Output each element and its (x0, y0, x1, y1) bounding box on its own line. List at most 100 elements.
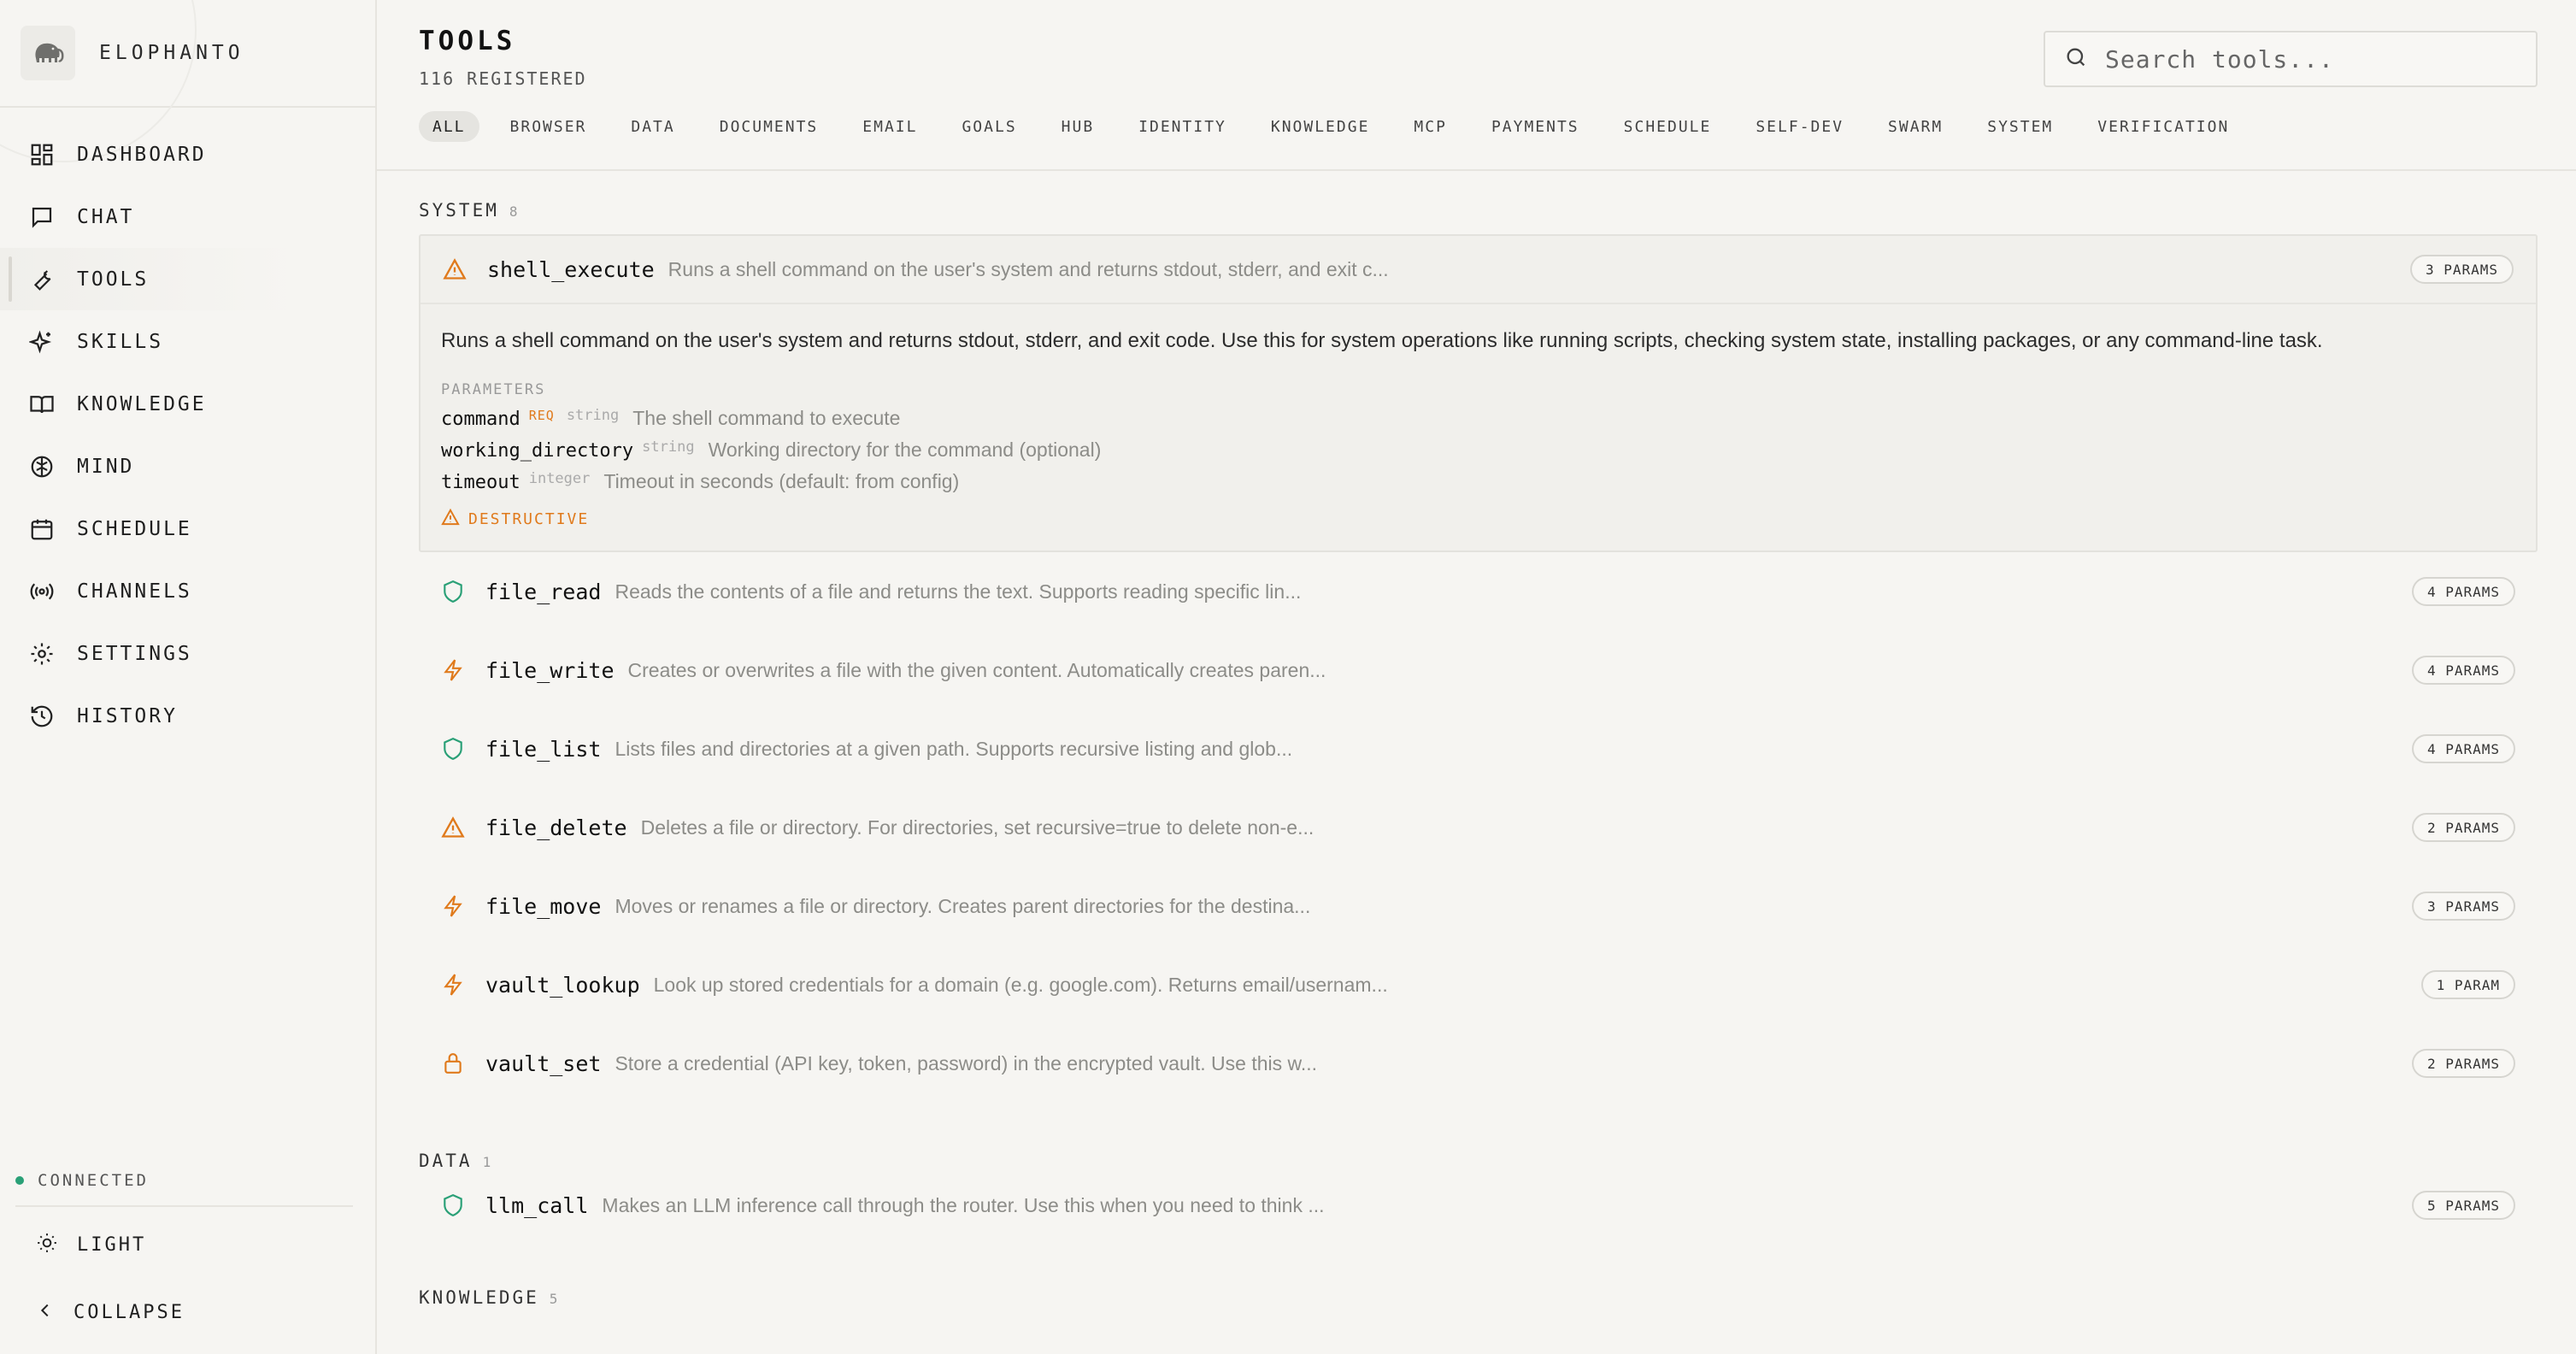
sun-icon (36, 1232, 58, 1257)
tool-description: Look up stored credentials for a domain … (653, 973, 1388, 996)
app-root: ELOPHANTO DASHBOARD CHAT TOOLS SKILLS KN… (0, 0, 2576, 1354)
param-name: timeout (441, 472, 520, 493)
sidebar-item-mind[interactable]: MIND (0, 435, 375, 497)
section-count: 5 (549, 1291, 561, 1307)
param-type: integer (528, 470, 591, 487)
tab-mcp[interactable]: MCP (1400, 111, 1461, 142)
sidebar-item-skills[interactable]: SKILLS (0, 310, 375, 373)
sidebar-item-settings[interactable]: SETTINGS (0, 622, 375, 685)
tool-description: Lists files and directories at a given p… (615, 737, 1293, 760)
section-title: KNOWLEDGE (419, 1287, 539, 1308)
tool-name: vault_lookup (485, 972, 640, 998)
page-header: TOOLS 116 REGISTERED ALL BROWSER DATA DO… (377, 0, 2576, 171)
sparkles-icon (27, 327, 56, 356)
params-badge: 4 PARAMS (2411, 577, 2515, 606)
sidebar-item-label: MIND (77, 455, 135, 478)
tool-name: file_move (485, 893, 602, 919)
section-count: 1 (482, 1154, 494, 1170)
destructive-flag: DESTRUCTIVE (441, 508, 2515, 530)
tab-self-dev[interactable]: SELF-DEV (1742, 111, 1857, 142)
param-type: string (642, 439, 695, 456)
sidebar-footer: CONNECTED LIGHT COLLAPSE (0, 1171, 375, 1354)
section-header-data: DATA 1 (419, 1151, 2538, 1171)
sidebar-item-channels[interactable]: CHANNELS (0, 560, 375, 622)
tab-hub[interactable]: HUB (1048, 111, 1109, 142)
status-dot-icon (15, 1176, 24, 1185)
tool-description: Makes an LLM inference call through the … (602, 1193, 1325, 1216)
warning-icon (441, 256, 468, 283)
tool-name: file_read (485, 579, 602, 604)
collapse-button[interactable]: COLLAPSE (0, 1282, 375, 1342)
tab-payments[interactable]: PAYMENTS (1478, 111, 1593, 142)
tab-email[interactable]: EMAIL (849, 111, 931, 142)
history-icon (27, 702, 56, 731)
tab-documents[interactable]: DOCUMENTS (706, 111, 832, 142)
main-content: TOOLS 116 REGISTERED ALL BROWSER DATA DO… (377, 0, 2576, 1354)
tab-system[interactable]: SYSTEM (1973, 111, 2067, 142)
tool-row-file-read[interactable]: file_read Reads the contents of a file a… (419, 552, 2538, 631)
params-badge: 2 PARAMS (2411, 813, 2515, 842)
tool-name: file_write (485, 657, 615, 683)
sidebar-item-label: CHANNELS (77, 580, 192, 603)
params-badge: 3 PARAMS (2411, 892, 2515, 921)
params-badge: 1 PARAM (2420, 970, 2515, 999)
sidebar-item-schedule[interactable]: SCHEDULE (0, 497, 375, 560)
tool-row-vault-set[interactable]: vault_set Store a credential (API key, t… (419, 1024, 2538, 1103)
tab-schedule[interactable]: SCHEDULE (1610, 111, 1726, 142)
elephant-logo-icon (21, 26, 75, 80)
tool-row-vault-lookup[interactable]: vault_lookup Look up stored credentials … (419, 945, 2538, 1024)
tool-description: Creates or overwrites a file with the gi… (627, 658, 1326, 681)
tool-row-llm-call[interactable]: llm_call Makes an LLM inference call thr… (419, 1173, 2538, 1238)
tool-description: Runs a shell command on the user's syste… (668, 257, 1389, 280)
tool-row-file-delete[interactable]: file_delete Deletes a file or directory.… (419, 788, 2538, 867)
book-icon (27, 390, 56, 419)
sidebar-item-chat[interactable]: CHAT (0, 185, 375, 248)
param-description: Working directory for the command (optio… (708, 439, 1102, 461)
search-box[interactable] (2044, 31, 2538, 87)
tab-verification[interactable]: VERIFICATION (2084, 111, 2243, 142)
tab-goals[interactable]: GOALS (948, 111, 1030, 142)
warning-icon (441, 508, 460, 530)
tab-data[interactable]: DATA (617, 111, 688, 142)
sidebar-item-knowledge[interactable]: KNOWLEDGE (0, 373, 375, 435)
theme-toggle-button[interactable]: LIGHT (0, 1207, 375, 1282)
tool-row-file-write[interactable]: file_write Creates or overwrites a file … (419, 631, 2538, 709)
bolt-icon (439, 971, 467, 998)
param-name: working_directory (441, 440, 634, 462)
brand[interactable]: ELOPHANTO (0, 0, 375, 108)
tab-identity[interactable]: IDENTITY (1125, 111, 1240, 142)
tab-browser[interactable]: BROWSER (497, 111, 601, 142)
params-badge: 5 PARAMS (2411, 1191, 2515, 1220)
sidebar-item-dashboard[interactable]: DASHBOARD (0, 123, 375, 185)
tab-swarm[interactable]: SWARM (1874, 111, 1956, 142)
calendar-icon (27, 515, 56, 544)
shield-icon (439, 578, 467, 605)
tab-knowledge[interactable]: KNOWLEDGE (1257, 111, 1384, 142)
param-row: working_directory string Working directo… (441, 439, 2515, 462)
tab-all[interactable]: ALL (419, 111, 479, 142)
sidebar-item-history[interactable]: HISTORY (0, 685, 375, 747)
search-input[interactable] (2105, 44, 2515, 74)
param-required-badge: REQ (528, 408, 555, 423)
params-badge: 4 PARAMS (2411, 656, 2515, 685)
tool-row-file-list[interactable]: file_list Lists files and directories at… (419, 709, 2538, 788)
section-header-knowledge: KNOWLEDGE 5 (419, 1287, 2538, 1308)
params-badge: 2 PARAMS (2411, 1049, 2515, 1078)
tool-row-shell-execute[interactable]: shell_execute Runs a shell command on th… (421, 236, 2536, 304)
lock-icon (439, 1050, 467, 1077)
sidebar-item-tools[interactable]: TOOLS (0, 248, 375, 310)
tool-description: Store a credential (API key, token, pass… (615, 1051, 1318, 1074)
tool-row-file-move[interactable]: file_move Moves or renames a file or dir… (419, 867, 2538, 945)
param-row: timeout integer Timeout in seconds (defa… (441, 470, 2515, 493)
sidebar-item-label: TOOLS (77, 268, 150, 291)
category-tabs: ALL BROWSER DATA DOCUMENTS EMAIL GOALS H… (419, 111, 2260, 142)
wrench-icon (27, 265, 56, 294)
parameters-label: PARAMETERS (441, 381, 546, 398)
page-title: TOOLS (419, 26, 516, 56)
sidebar-item-label: HISTORY (77, 704, 178, 727)
tool-description: Reads the contents of a file and returns… (615, 580, 1302, 603)
param-description: Timeout in seconds (default: from config… (603, 470, 960, 492)
sidebar-item-label: CHAT (77, 205, 135, 228)
sidebar-item-label: DASHBOARD (77, 143, 207, 166)
bolt-icon (439, 892, 467, 920)
